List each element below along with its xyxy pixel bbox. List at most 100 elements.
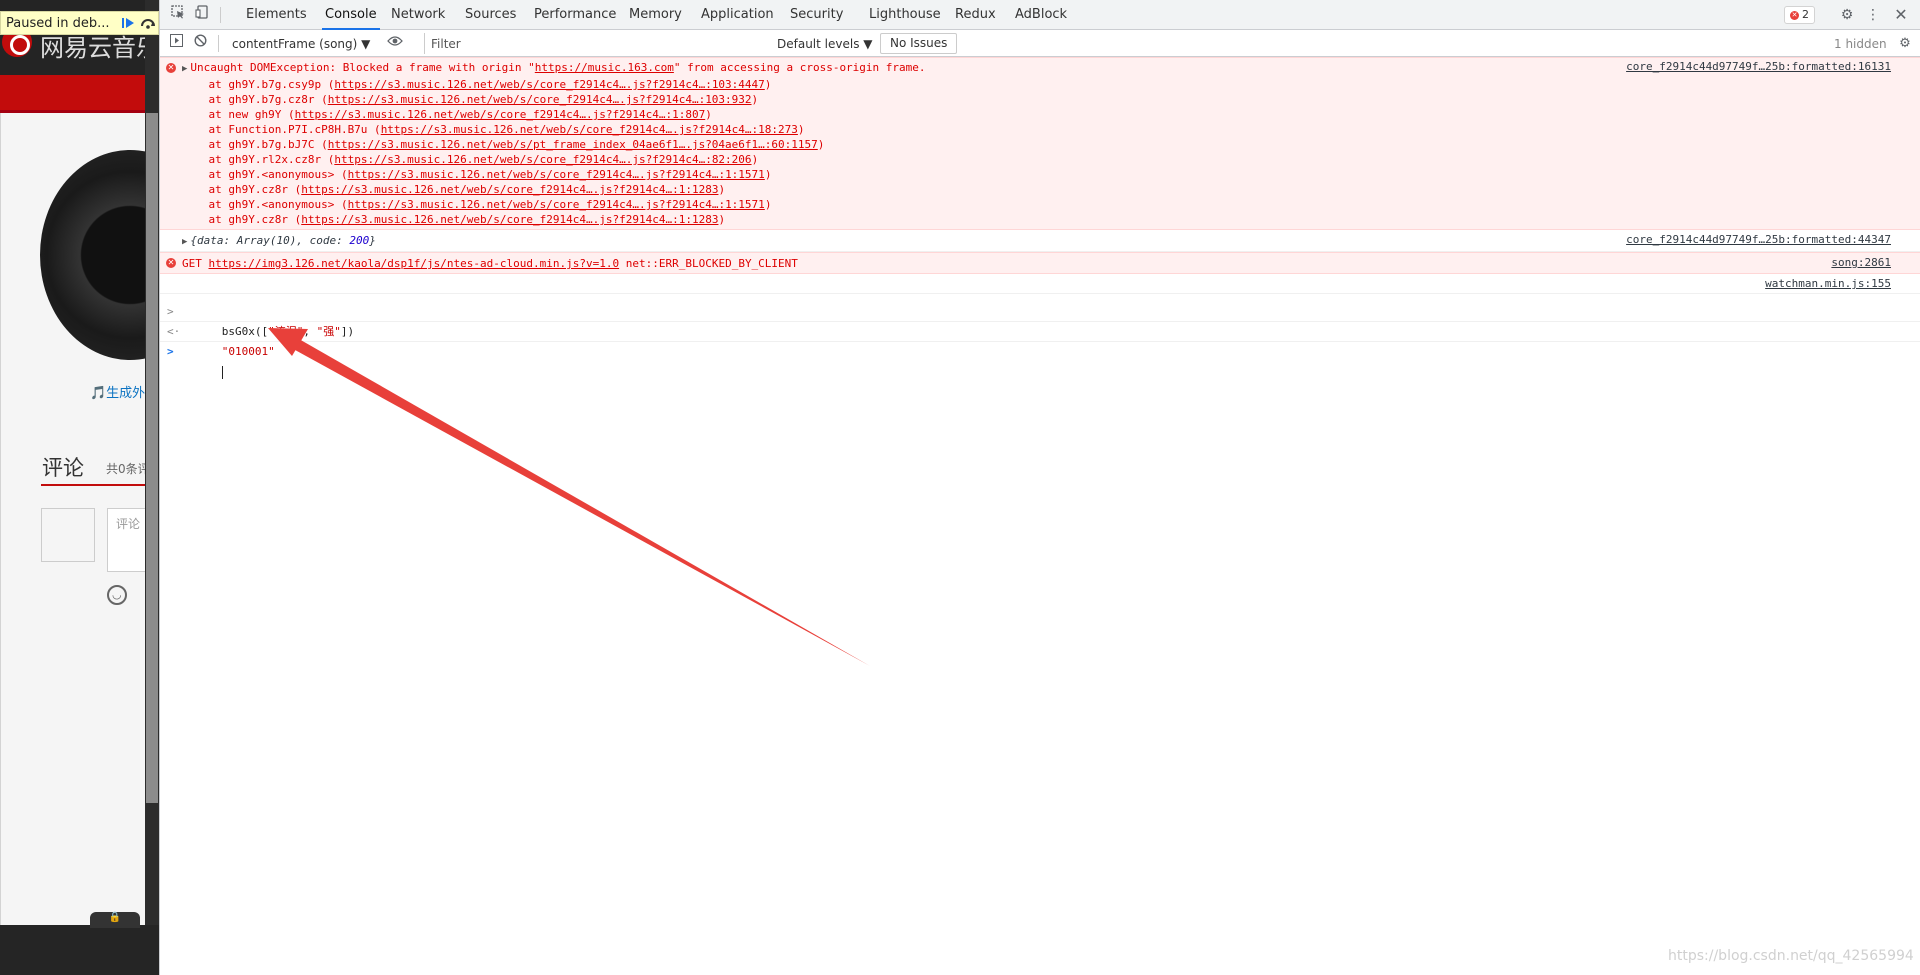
page-scroll-thumb[interactable] [146, 113, 158, 803]
stack-frame-link[interactable]: https://s3.music.126.net/web/s/core_f291… [334, 153, 751, 166]
tab-adblock[interactable]: AdBlock [1015, 0, 1067, 30]
stack-frame-link[interactable]: https://s3.music.126.net/web/s/core_f291… [295, 108, 706, 121]
stack-frame: at gh9Y.b7g.bJ7C (https://s3.music.126.n… [182, 137, 1891, 152]
error-icon: ✕ [1790, 10, 1799, 20]
stack-frame-label: at gh9Y.b7g.bJ7C ( [182, 138, 328, 151]
log-text-end: } [369, 234, 376, 247]
issues-button[interactable]: No Issues [880, 33, 958, 54]
console-spacer [160, 294, 1920, 302]
error-count-badge[interactable]: ✕ 2 [1784, 6, 1815, 24]
stack-frame: at gh9Y.<anonymous> (https://s3.music.12… [182, 197, 1891, 212]
eye-icon[interactable] [385, 34, 405, 54]
tab-performance[interactable]: Performance [534, 0, 616, 30]
stack-frame: at gh9Y.rl2x.cz8r (https://s3.music.126.… [182, 152, 1891, 167]
stack-frame-suffix: ) [718, 213, 726, 226]
stack-frame-link[interactable]: https://s3.music.126.net/web/s/core_f291… [334, 78, 764, 91]
error-line: GET https://img3.126.net/kaola/dsp1f/js/… [182, 256, 1891, 271]
console-result: <· "010001" [160, 322, 1920, 358]
log-text: {data: Array(10), code: [190, 234, 350, 247]
devtools-panel: Elements Console Network Sources Perform… [159, 0, 1920, 975]
stack-frame-suffix: ) [751, 153, 759, 166]
tab-memory[interactable]: Memory [629, 0, 682, 30]
paused-label: Paused in deb... [6, 15, 110, 31]
stack-frame-suffix: ) [797, 123, 805, 136]
stack-frame-link[interactable]: https://s3.music.126.net/web/s/core_f291… [348, 168, 765, 181]
tab-console[interactable]: Console [322, 0, 380, 30]
error-icon: ✕ [166, 258, 176, 268]
stack-frame: at new gh9Y (https://s3.music.126.net/we… [182, 107, 1891, 122]
request-url-link[interactable]: https://img3.126.net/kaola/dsp1f/js/ntes… [209, 257, 620, 270]
result-arrow-icon: <· [167, 325, 181, 338]
close-icon[interactable]: ✕ [1891, 5, 1911, 25]
log-levels-dropdown[interactable]: Default levels ▼ [777, 34, 873, 54]
stack-frame-link[interactable]: https://s3.music.126.net/web/s/core_f291… [348, 198, 765, 211]
device-toolbar-icon[interactable] [192, 5, 212, 25]
inspect-element-icon[interactable] [168, 5, 188, 25]
stack-frame-suffix: ) [764, 78, 772, 91]
lock-icon[interactable]: 🔒 [90, 912, 140, 928]
tab-application[interactable]: Application [701, 0, 774, 30]
stack-frame: at gh9Y.cz8r (https://s3.music.126.net/w… [182, 182, 1891, 197]
emoji-icon[interactable] [107, 585, 127, 605]
stack-frame-link[interactable]: https://s3.music.126.net/web/s/core_f291… [328, 93, 752, 106]
gear-icon[interactable]: ⚙ [1837, 5, 1857, 25]
stack-frame-label: at gh9Y.cz8r ( [182, 183, 302, 196]
stack-frame-label: at new gh9Y ( [182, 108, 295, 121]
stack-frame: at gh9Y.<anonymous> (https://s3.music.12… [182, 167, 1891, 182]
tab-network[interactable]: Network [391, 0, 445, 30]
error-text: Uncaught DOMException: Blocked a frame w… [190, 61, 535, 74]
console-settings-gear-icon[interactable]: ⚙ [1895, 34, 1915, 54]
stack-frame-link[interactable]: https://s3.music.126.net/web/s/core_f291… [301, 213, 718, 226]
tab-lighthouse[interactable]: Lighthouse [869, 0, 941, 30]
hidden-messages-count: 1 hidden [1834, 37, 1887, 51]
resume-icon[interactable] [118, 13, 138, 33]
origin-link[interactable]: https://music.163.com [535, 61, 674, 74]
player-bar [0, 925, 159, 975]
sidebar-toggle-icon[interactable] [166, 34, 186, 54]
webpage-panel: 网易云音乐 🎵生成外链播放器 评论 共0条评论 评论 🔒 [0, 0, 159, 975]
console-error-message: ✕ core_f2914c44d97749f…25b:formatted:161… [160, 57, 1920, 230]
filter-input[interactable] [424, 33, 766, 54]
console-output: ✕ core_f2914c44d97749f…25b:formatted:161… [160, 57, 1920, 975]
toolbar-separator [218, 35, 219, 52]
message-source-link[interactable]: watchman.min.js:155 [1765, 277, 1891, 290]
stack-frame-link[interactable]: https://s3.music.126.net/web/s/core_f291… [301, 183, 718, 196]
tab-redux[interactable]: Redux [955, 0, 996, 30]
devtools-tabbar: Elements Console Network Sources Perform… [160, 0, 1920, 30]
console-prompt[interactable]: > [160, 342, 1920, 379]
tab-sources[interactable]: Sources [465, 0, 516, 30]
stack-frame-label: at gh9Y.cz8r ( [182, 213, 302, 226]
message-source-link[interactable]: core_f2914c44d97749f…25b:formatted:16131 [1626, 60, 1891, 73]
expand-triangle-icon[interactable]: ▶ [182, 237, 187, 247]
stack-frame-suffix: ) [817, 138, 825, 151]
tab-security[interactable]: Security [790, 0, 843, 30]
error-icon: ✕ [166, 63, 176, 73]
message-source-link[interactable]: song:2861 [1831, 256, 1891, 269]
more-options-icon[interactable]: ⋮ [1863, 5, 1883, 25]
stack-frame-suffix: ) [764, 168, 772, 181]
message-source-link[interactable]: core_f2914c44d97749f…25b:formatted:44347 [1626, 233, 1891, 246]
text-cursor [221, 365, 223, 379]
stack-frame-suffix: ) [705, 108, 712, 121]
stack-frame: at gh9Y.cz8r (https://s3.music.126.net/w… [182, 212, 1891, 227]
stack-frame-label: at gh9Y.<anonymous> ( [182, 198, 348, 211]
tab-elements[interactable]: Elements [246, 0, 307, 30]
log-number: 200 [349, 234, 370, 247]
expand-triangle-icon[interactable]: ▶ [182, 64, 187, 74]
stack-frame: at gh9Y.b7g.cz8r (https://s3.music.126.n… [182, 92, 1891, 107]
stack-frame-suffix: ) [751, 93, 759, 106]
clear-console-icon[interactable] [190, 34, 210, 54]
console-empty-message: watchman.min.js:155 [160, 274, 1920, 294]
error-reason: net::ERR_BLOCKED_BY_CLIENT [619, 257, 798, 270]
stack-frame: at Function.P7I.cP8H.B7u (https://s3.mus… [182, 122, 1891, 137]
stack-frame-label: at Function.P7I.cP8H.B7u ( [182, 123, 381, 136]
context-selector[interactable]: contentFrame (song) ▼ [232, 34, 370, 54]
console-log-message: core_f2914c44d97749f…25b:formatted:44347… [160, 230, 1920, 252]
error-text-tail: " from accessing a cross-origin frame. [673, 61, 926, 74]
stack-trace: at gh9Y.b7g.csy9p (https://s3.music.126.… [182, 77, 1891, 227]
comment-divider [41, 484, 151, 486]
stack-frame-link[interactable]: https://s3.music.126.net/web/s/pt_frame_… [328, 138, 818, 151]
step-over-icon[interactable] [138, 13, 158, 33]
stack-frame-label: at gh9Y.<anonymous> ( [182, 168, 348, 181]
stack-frame-link[interactable]: https://s3.music.126.net/web/s/core_f291… [381, 123, 798, 136]
